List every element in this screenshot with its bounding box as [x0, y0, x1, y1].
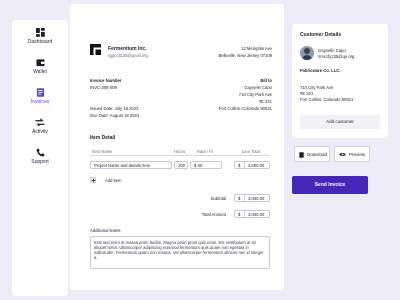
bill-to-name: Gaynelle Capo [244, 85, 272, 90]
additional-notes-label: Additional Notes [90, 228, 121, 233]
subtotal-field: $ 3,000.00 [234, 194, 270, 202]
add-item-label[interactable]: Add item [105, 178, 122, 184]
company-address-line1: 12 Memphis Ave [241, 46, 272, 51]
sidebar: Dashboard Wallet Invoices Activity Suppo… [12, 20, 68, 296]
nav-item-dashboard[interactable]: Dashboard [12, 28, 68, 45]
total-amount-value: 3,000.00 [248, 211, 265, 217]
issued-date: Issued Date: July 18 2023 [90, 106, 139, 111]
company-name: Fermentium Inc. [108, 46, 147, 52]
invoice-icon [36, 88, 44, 97]
total-amount-label: Total Amount [201, 212, 226, 217]
customer-address-line1: 710 City Park Ave [300, 85, 334, 90]
customer-company: Fabricware Co. LLC. [300, 68, 341, 73]
total-amount-field: $ 3,000.00 [234, 210, 270, 218]
download-label: Download [307, 152, 328, 157]
download-button[interactable]: Download [294, 146, 330, 162]
customer-name: Gaynelle Capo [318, 48, 346, 53]
customer-details-title: Customer Details [300, 32, 342, 38]
nav-label-wallet: Wallet [33, 69, 47, 75]
preview-button[interactable]: Preview [334, 146, 370, 162]
nav-item-wallet[interactable]: Wallet [12, 58, 68, 75]
nav-item-invoices[interactable]: Invoices [12, 88, 68, 105]
column-hours: Hours [174, 149, 186, 154]
document-icon [299, 152, 304, 158]
add-item-button[interactable] [90, 177, 96, 183]
line-total-value: 3,000.00 [248, 162, 265, 168]
wallet-icon [35, 59, 45, 67]
nav-label-activity: Activity [32, 129, 48, 135]
nav-item-support[interactable]: Support [12, 148, 68, 165]
subtotal-value: 3,000.00 [248, 195, 265, 201]
phone-icon [36, 148, 44, 157]
total-currency: $ [238, 211, 245, 217]
company-email: sjjpccfj135@gnail.org [108, 53, 148, 58]
bill-to-line3: Fort Collins, Colorado 80521 [218, 106, 272, 111]
rate-input[interactable]: $ 30 [190, 161, 222, 169]
invoice-number: INVC-306-009 [90, 85, 117, 90]
customer-email: nmccfy135@qe.org [318, 54, 355, 59]
due-date: Due Date: August 18 2023 [90, 113, 140, 118]
column-item-name: Item Name [92, 149, 113, 154]
hours-input[interactable]: 100 [174, 161, 188, 169]
plus-icon [91, 178, 96, 183]
grid-icon [35, 28, 45, 37]
bill-to-label: Bill to [260, 78, 272, 83]
company-logo-icon [90, 44, 101, 55]
preview-label: Preview [349, 152, 366, 157]
nav-label-dashboard: Dashboard [27, 39, 53, 45]
item-name-input[interactable]: Project Name and details here [90, 161, 172, 169]
customer-address-line2: #E 321 [300, 91, 314, 96]
nav-item-activity[interactable]: Activity [12, 118, 68, 135]
customer-address-line3: Fort Collins, Colorado 80521 [300, 97, 354, 102]
bill-to-line1: 710 City Park Ave [238, 92, 272, 97]
add-customer-button[interactable]: Add customer [300, 115, 380, 129]
nav-label-invoices: Invoices [30, 99, 50, 105]
additional-notes-textarea[interactable]: Erat sed enim et massa proin facilisi. M… [90, 236, 270, 269]
item-detail-heading: Item Detail [90, 135, 116, 141]
invoice-number-label: Invoice Number [90, 78, 122, 83]
subtotal-currency: $ [238, 195, 245, 201]
nav-label-support: Support [31, 159, 49, 165]
customer-details-panel: Customer Details Gaynelle Capo nmccfy135… [292, 24, 388, 138]
company-address-line2: Belleville, New Jersey 07109 [218, 53, 272, 58]
subtotal-label: Subtotal [210, 196, 226, 201]
line-total-field: $ 3,000.00 [234, 161, 270, 169]
avatar [300, 46, 314, 60]
bill-to-line2: #E 321 [258, 99, 272, 104]
activity-icon [35, 118, 45, 127]
eye-icon [339, 152, 346, 157]
invoice-document: Fermentium Inc. sjjpccfj135@gnail.org 12… [70, 4, 284, 290]
items-table-header: Item Name Hours Rate / hr Line Total [90, 148, 270, 156]
column-line-total: Line Total [242, 149, 260, 154]
currency-symbol: $ [238, 162, 245, 168]
column-rate: Rate / hr [197, 149, 214, 154]
send-invoice-button[interactable]: Send Invoice [292, 176, 368, 194]
